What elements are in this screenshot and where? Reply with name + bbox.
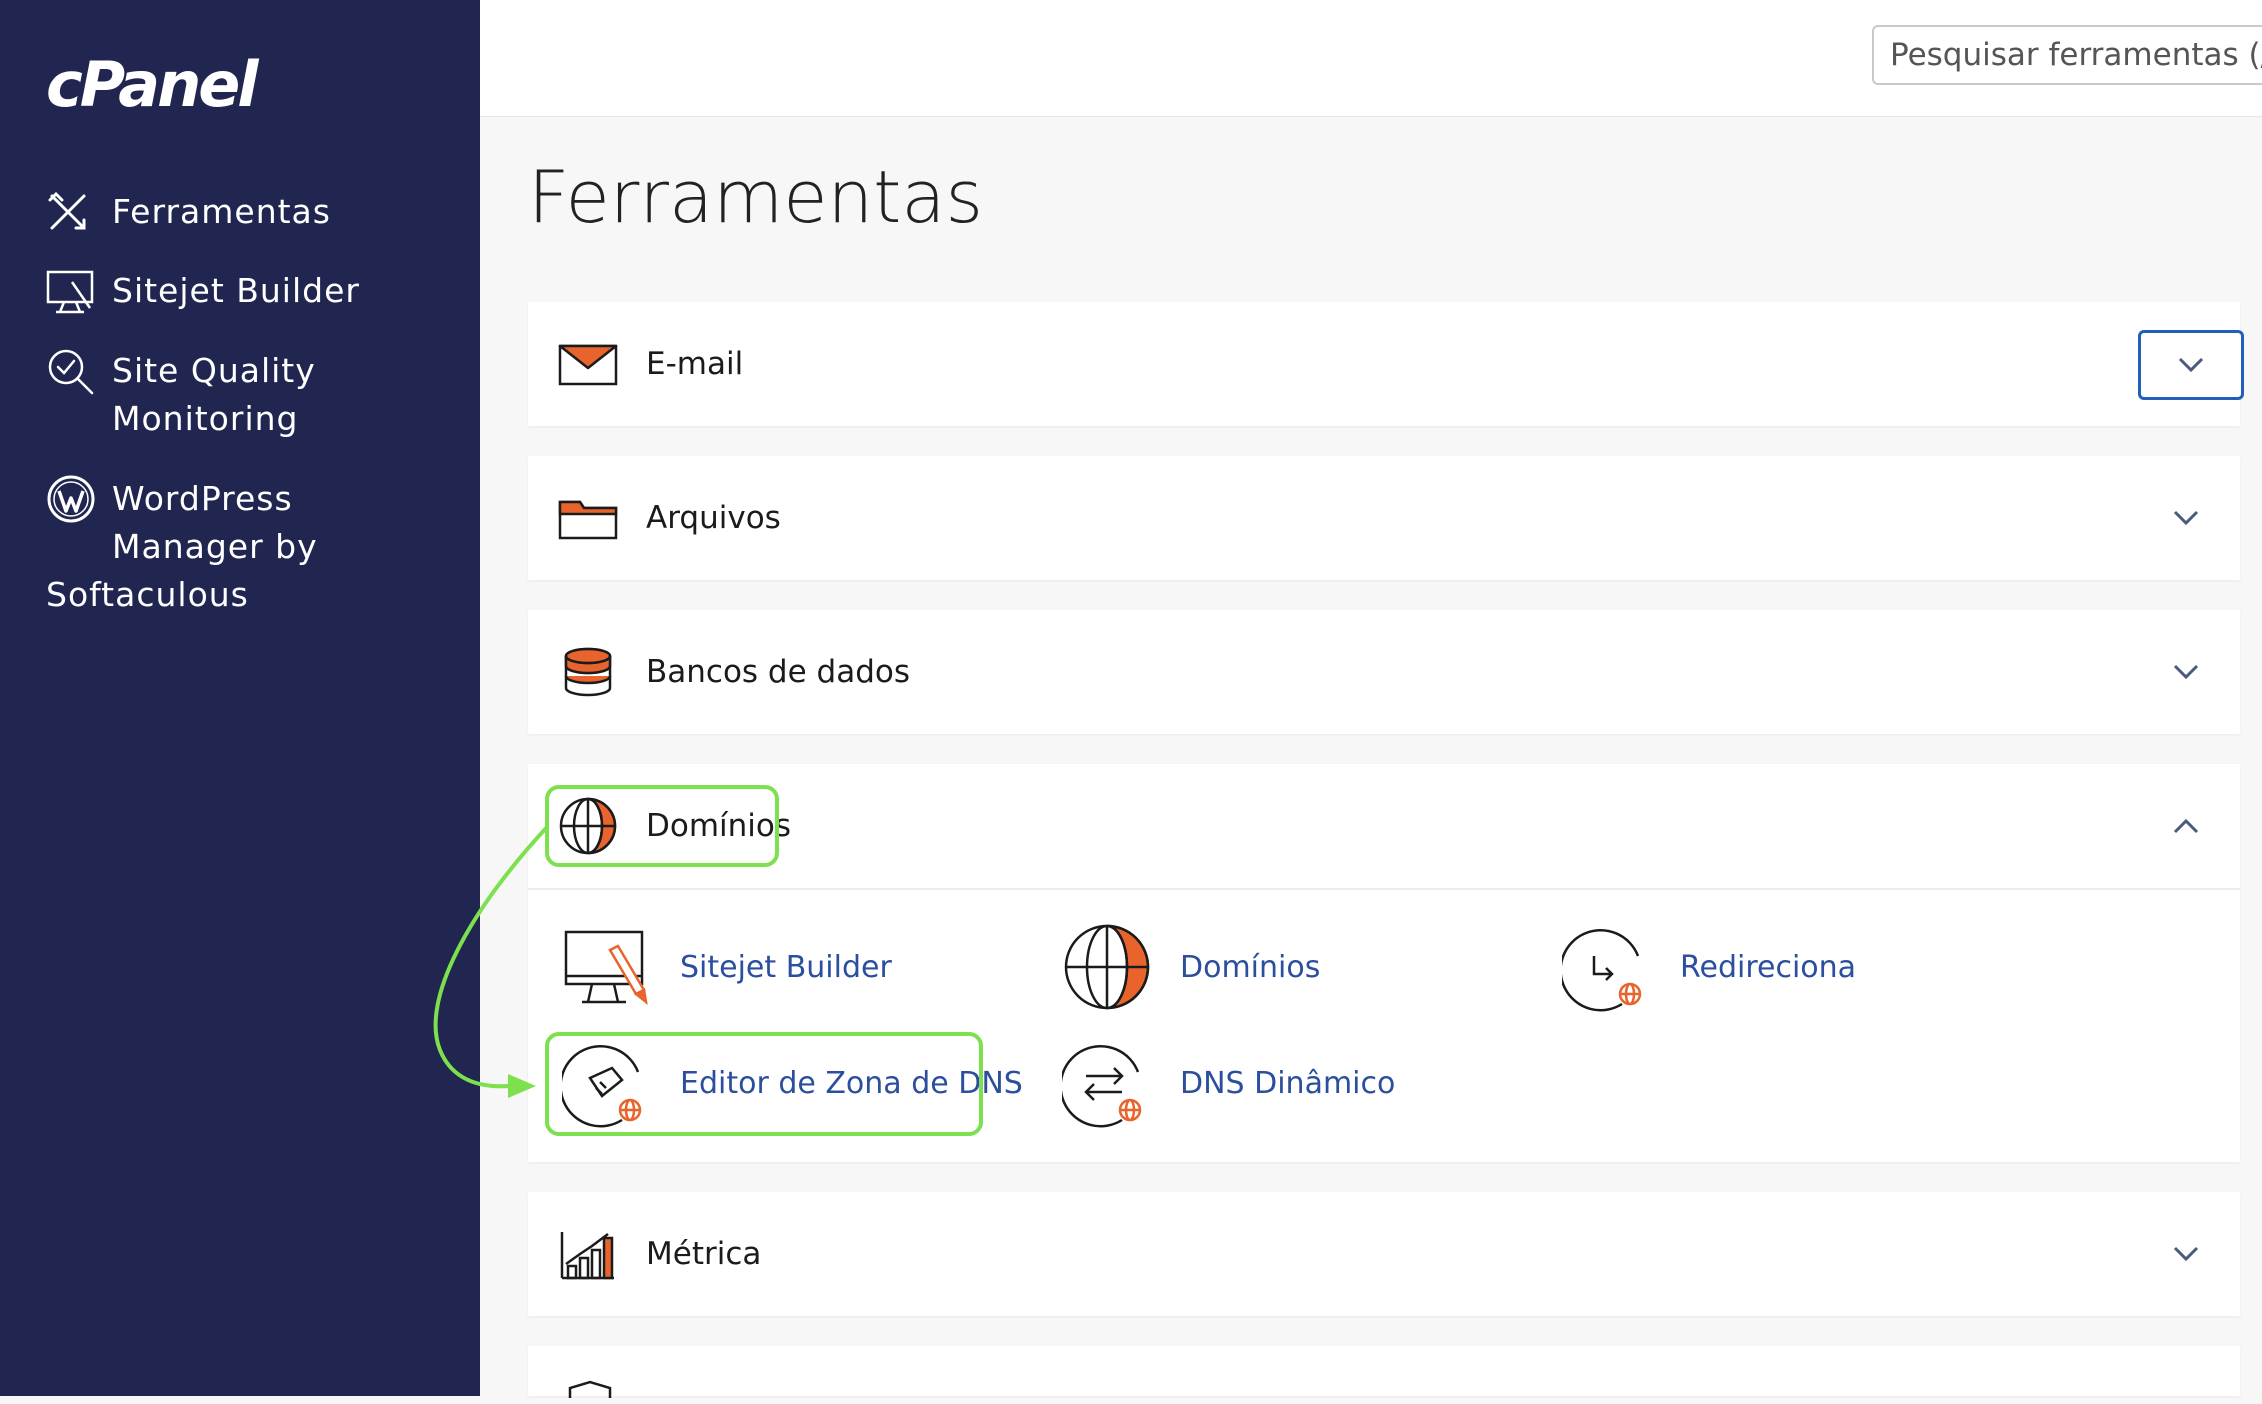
section-next-partial xyxy=(528,1346,2240,1398)
page-title: Ferramentas xyxy=(528,155,984,239)
chevron-down-icon[interactable] xyxy=(2166,1234,2206,1274)
section-header-metrica[interactable]: Métrica xyxy=(528,1192,2240,1316)
sidebar-item-ferramentas[interactable]: Ferramentas xyxy=(46,188,331,236)
redirect-icon xyxy=(1559,922,1652,1012)
section-title: Arquivos xyxy=(646,500,781,536)
tool-sitejet-builder[interactable]: Sitejet Builder xyxy=(562,922,892,1012)
section-dominios: Domínios Sitejet Builder Domínios Redire… xyxy=(528,764,2240,1162)
wordpress-icon xyxy=(46,475,98,523)
tool-label: Domínios xyxy=(1180,949,1321,985)
sidebar-item-wordpress-manager[interactable]: WordPress Manager by xyxy=(46,475,318,571)
tool-label: Redireciona xyxy=(1680,949,1857,985)
sidebar-item-sitejet-builder[interactable]: Sitejet Builder xyxy=(46,267,360,315)
section-title: Domínios xyxy=(646,808,792,844)
section-title: E-mail xyxy=(646,346,744,382)
sidebar-item-label: Sitejet Builder xyxy=(112,271,360,310)
dns-zone-editor-icon xyxy=(559,1038,652,1128)
tool-dominios[interactable]: Domínios xyxy=(1062,922,1320,1012)
monitor-brush-icon xyxy=(46,267,98,315)
tool-label: Editor de Zona de DNS xyxy=(680,1065,1023,1101)
cpanel-logo[interactable]: cPanel xyxy=(46,48,259,121)
section-header-bancos-de-dados[interactable]: Bancos de dados xyxy=(528,610,2240,734)
dynamic-dns-icon xyxy=(1059,1038,1152,1128)
expand-toggle-button[interactable] xyxy=(2138,330,2244,400)
section-email: E-mail xyxy=(528,302,2244,426)
tools-icon xyxy=(46,188,98,236)
sidebar-item-site-quality-monitoring[interactable]: Site Quality Monitoring xyxy=(46,347,316,443)
bar-chart-icon xyxy=(558,1224,618,1284)
search-input[interactable] xyxy=(1872,25,2262,85)
magnifier-check-icon xyxy=(46,347,98,395)
sidebar-item-label: WordPress Manager by xyxy=(112,479,318,566)
sidebar-item-softaculous-label[interactable]: Softaculous xyxy=(46,571,249,619)
tool-label: Sitejet Builder xyxy=(680,949,892,985)
tool-label: DNS Dinâmico xyxy=(1180,1065,1396,1101)
chevron-up-icon[interactable] xyxy=(2166,806,2206,846)
globe-icon xyxy=(558,796,618,856)
section-header-email[interactable]: E-mail xyxy=(528,302,2244,426)
folder-icon xyxy=(558,488,618,548)
monitor-brush-icon xyxy=(562,922,652,1012)
chevron-down-icon xyxy=(2178,357,2204,373)
tool-dns-dinamico[interactable]: DNS Dinâmico xyxy=(1059,1038,1396,1128)
sidebar-item-label: Site Quality Monitoring xyxy=(112,351,316,438)
sidebar-item-label: Softaculous xyxy=(46,575,249,614)
shield-icon xyxy=(568,1380,612,1404)
section-divider xyxy=(528,888,2240,890)
section-arquivos: Arquivos xyxy=(528,456,2240,580)
chevron-down-icon[interactable] xyxy=(2166,652,2206,692)
sidebar-item-label: Ferramentas xyxy=(112,192,331,231)
tool-redireciona[interactable]: Redireciona xyxy=(1559,922,1857,1012)
section-metrica: Métrica xyxy=(528,1192,2240,1316)
section-title: Métrica xyxy=(646,1236,762,1272)
globe-icon xyxy=(1062,922,1152,1012)
section-header-dominios[interactable]: Domínios xyxy=(528,764,2240,888)
envelope-icon xyxy=(558,334,618,394)
chevron-down-icon[interactable] xyxy=(2166,498,2206,538)
tool-editor-de-zona-de-dns[interactable]: Editor de Zona de DNS xyxy=(559,1038,1023,1128)
section-header-arquivos[interactable]: Arquivos xyxy=(528,456,2240,580)
section-title: Bancos de dados xyxy=(646,654,910,690)
section-bancos-de-dados: Bancos de dados xyxy=(528,610,2240,734)
sidebar: cPanel Ferramentas Sitejet Builder Site … xyxy=(0,0,480,1396)
database-icon xyxy=(558,642,618,702)
